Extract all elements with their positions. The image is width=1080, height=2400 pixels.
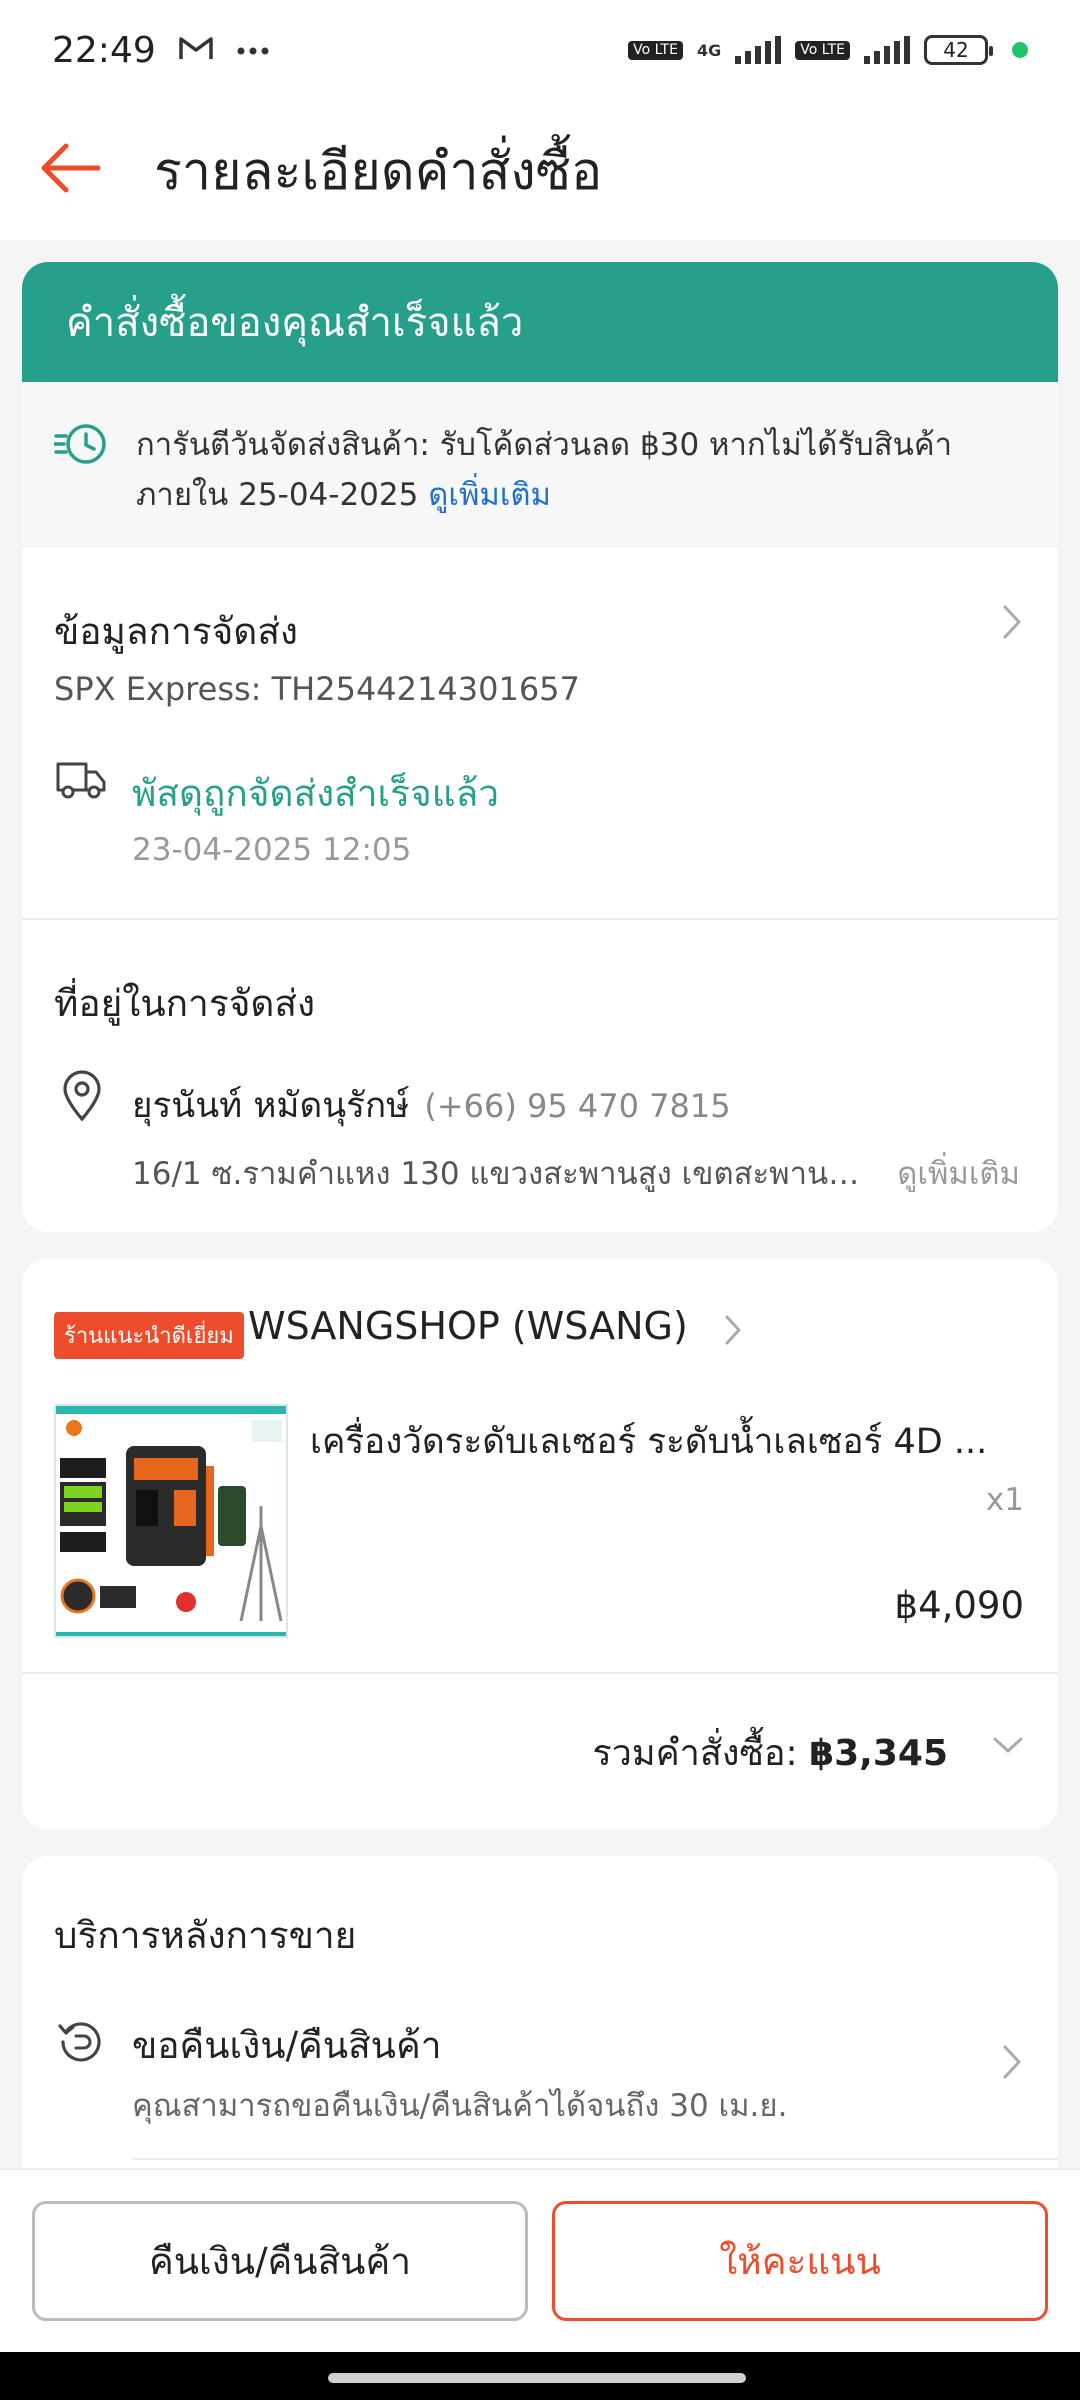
network-type-label: 4G [696, 40, 722, 60]
page-title: รายละเอียดคำสั่งซื้อ [154, 141, 603, 202]
back-arrow-icon [38, 142, 102, 198]
return-icon [56, 2016, 106, 2070]
shop-name-link[interactable]: WSANGSHOP (WSANG) [242, 1298, 762, 1368]
divider [132, 2158, 1058, 2160]
shop-card: ร้านแนะนำดีเยี่ยม WSANGSHOP (WSANG) เครื… [22, 1258, 1058, 1830]
more-dots-icon [236, 41, 270, 60]
order-status-banner: คำสั่งซื้อของคุณสำเร็จแล้ว [22, 262, 1058, 382]
guarantee-more-link[interactable]: ดูเพิ่มเติม [428, 477, 551, 513]
shop-name: WSANGSHOP (WSANG) [248, 1304, 688, 1348]
delivery-guarantee: การันตีวันจัดส่งสินค้า: รับโค้ดส่วนลด ฿3… [22, 382, 1058, 548]
truck-icon [56, 760, 106, 804]
chevron-right-icon [1002, 2044, 1022, 2084]
privacy-indicator-icon [1012, 42, 1028, 58]
recipient-name-row: ยุรนันท์ หมัดนุรักษ์ (+66) 95 470 7815 [132, 1078, 731, 1133]
chevron-down-icon[interactable] [992, 1736, 1024, 1758]
app-header: รายละเอียดคำสั่งซื้อ [0, 100, 1080, 240]
battery-level: 42 [943, 38, 969, 62]
product-image[interactable] [54, 1404, 288, 1638]
address-title: ที่อยู่ในการจัดส่ง [54, 982, 316, 1025]
fast-delivery-icon [52, 420, 108, 548]
order-status-text: คำสั่งซื้อของคุณสำเร็จแล้ว [66, 300, 524, 346]
signal-icon [735, 36, 782, 64]
tracking-number: SPX Express: TH2544214301657 [54, 670, 580, 708]
back-button[interactable] [0, 100, 140, 240]
delivery-time: 23-04-2025 12:05 [132, 832, 412, 868]
address-more-link[interactable]: ดูเพิ่มเติม [897, 1148, 1020, 1198]
delivery-status: พัสดุถูกจัดส่งสำเร็จแล้ว [132, 772, 500, 815]
order-total[interactable]: รวมคำสั่งซื้อ: ฿3,345 [592, 1724, 948, 1781]
refund-return-button-label: คืนเงิน/คืนสินค้า [149, 2239, 411, 2283]
shipping-title: ข้อมูลการจัดส่ง [54, 610, 298, 653]
system-nav-bar [0, 2352, 1080, 2400]
rate-button-label: ให้คะแนน [719, 2239, 881, 2283]
recipient-phone: (+66) 95 470 7815 [424, 1087, 731, 1125]
volte-icon-2: Vo LTE [795, 40, 850, 60]
volte-icon: Vo LTE [628, 40, 683, 60]
location-pin-icon [62, 1070, 102, 1126]
order-total-label: รวมคำสั่งซื้อ: [592, 1733, 798, 1774]
after-sales-title: บริการหลังการขาย [54, 1914, 357, 1957]
shipping-info-row[interactable]: ข้อมูลการจัดส่ง SPX Express: TH254421430… [22, 548, 1058, 908]
status-bar: 22:49 Vo LTE 4G Vo LTE 42 [0, 0, 1080, 100]
chevron-right-icon [1002, 604, 1022, 644]
shipping-card: ข้อมูลการจัดส่ง SPX Express: TH254421430… [22, 548, 1058, 1232]
divider [22, 1672, 1058, 1674]
preferred-shop-badge: ร้านแนะนำดีเยี่ยม [54, 1312, 244, 1359]
bottom-action-bar: คืนเงิน/คืนสินค้า ให้คะแนน [0, 2168, 1080, 2352]
divider [22, 918, 1058, 920]
refund-return-row[interactable]: ขอคืนเงิน/คืนสินค้า คุณสามารถขอคืนเงิน/ค… [22, 1996, 1058, 2156]
status-time: 22:49 [52, 29, 156, 71]
order-total-value: ฿3,345 [809, 1733, 948, 1774]
product-title[interactable]: เครื่องวัดระดับเลเซอร์ ระดับน้ำเลเซอร์ 4… [310, 1414, 1030, 1469]
chevron-right-icon [724, 1314, 742, 1350]
refund-return-button[interactable]: คืนเงิน/คืนสินค้า [32, 2201, 528, 2321]
product-price: ฿4,090 [894, 1584, 1024, 1627]
product-quantity: x1 [985, 1482, 1024, 1518]
recipient-name: ยุรนันท์ หมัดนุรักษ์ [132, 1086, 410, 1126]
rate-button[interactable]: ให้คะแนน [552, 2201, 1048, 2321]
home-gesture-handle[interactable] [328, 2373, 746, 2383]
address-line: 16/1 ซ.รามคำแหง 130 แขวงสะพานสูง เขตสะพา… [132, 1156, 872, 1192]
signal-icon-2 [864, 36, 910, 64]
battery-icon: 42 [924, 35, 993, 65]
refund-deadline: คุณสามารถขอคืนเงิน/คืนสินค้าได้จนถึง 30 … [132, 2088, 788, 2124]
gmail-icon [178, 34, 214, 66]
refund-label: ขอคืนเงิน/คืนสินค้า [132, 2024, 442, 2067]
